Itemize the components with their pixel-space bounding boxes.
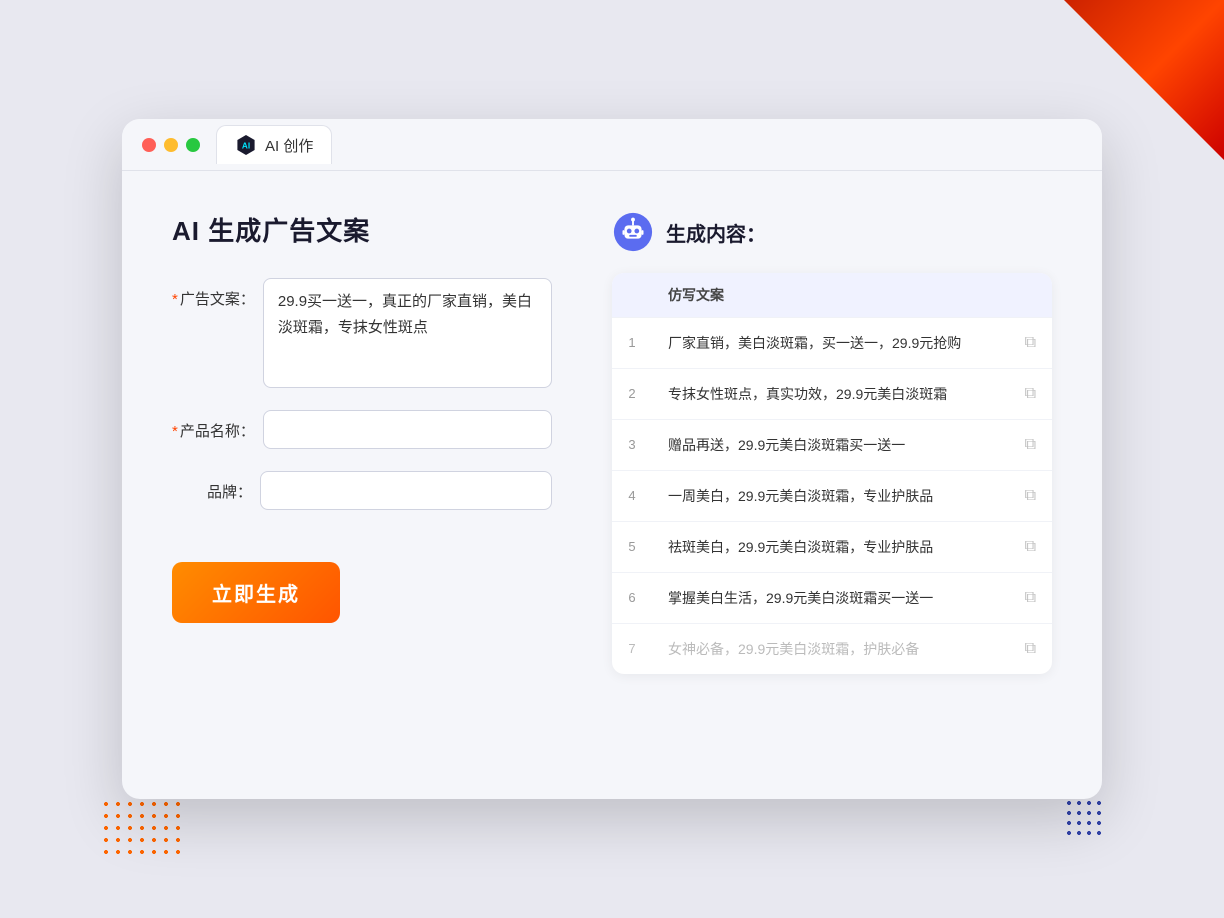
required-star-1: * xyxy=(172,291,178,308)
table-row: 5 祛斑美白，29.9元美白淡斑霜，专业护肤品 ⧉ xyxy=(612,522,1052,573)
copy-cell[interactable]: ⧉ xyxy=(1009,369,1052,420)
row-number: 7 xyxy=(612,624,652,675)
row-text: 专抹女性斑点，真实功效，29.9元美白淡斑霜 xyxy=(652,369,1009,420)
table-row: 3 赠品再送，29.9元美白淡斑霜买一送一 ⧉ xyxy=(612,420,1052,471)
product-name-row: *产品名称： 美白淡斑霜 xyxy=(172,410,552,449)
row-number: 5 xyxy=(612,522,652,573)
minimize-button[interactable] xyxy=(164,138,178,152)
row-text: 女神必备，29.9元美白淡斑霜，护肤必备 xyxy=(652,624,1009,675)
left-panel: AI 生成广告文案 *广告文案： 29.9买一送一，真正的厂家直销，美白淡斑霜，… xyxy=(172,211,552,674)
maximize-button[interactable] xyxy=(186,138,200,152)
table-row: 4 一周美白，29.9元美白淡斑霜，专业护肤品 ⧉ xyxy=(612,471,1052,522)
table-row: 7 女神必备，29.9元美白淡斑霜，护肤必备 ⧉ xyxy=(612,624,1052,675)
ai-tab-icon: AI xyxy=(235,134,257,156)
copy-icon[interactable]: ⧉ xyxy=(1025,436,1036,453)
brand-row: 品牌： 好白 xyxy=(172,471,552,510)
copy-cell[interactable]: ⧉ xyxy=(1009,624,1052,675)
brand-label: 品牌： xyxy=(172,471,252,502)
app-window: AI AI 创作 AI 生成广告文案 *广告文案： 29.9买一送一，真正的厂家… xyxy=(122,119,1102,799)
tab-label: AI 创作 xyxy=(265,135,313,156)
table-row: 2 专抹女性斑点，真实功效，29.9元美白淡斑霜 ⧉ xyxy=(612,369,1052,420)
copy-icon[interactable]: ⧉ xyxy=(1025,538,1036,555)
bg-dots-blue xyxy=(1064,798,1104,838)
product-name-input[interactable]: 美白淡斑霜 xyxy=(263,410,552,449)
copy-icon[interactable]: ⧉ xyxy=(1025,487,1036,504)
right-title: 生成内容： xyxy=(666,218,766,247)
brand-input[interactable]: 好白 xyxy=(260,471,552,510)
copy-cell[interactable]: ⧉ xyxy=(1009,522,1052,573)
generate-button[interactable]: 立即生成 xyxy=(172,562,340,623)
copy-cell[interactable]: ⧉ xyxy=(1009,318,1052,369)
row-text: 赠品再送，29.9元美白淡斑霜买一送一 xyxy=(652,420,1009,471)
copy-icon[interactable]: ⧉ xyxy=(1025,640,1036,657)
ad-copy-label: *广告文案： xyxy=(172,278,255,309)
close-button[interactable] xyxy=(142,138,156,152)
row-text: 祛斑美白，29.9元美白淡斑霜，专业护肤品 xyxy=(652,522,1009,573)
col-copy-header xyxy=(1009,273,1052,318)
row-number: 6 xyxy=(612,573,652,624)
col-num-header xyxy=(612,273,652,318)
main-content: AI 生成广告文案 *广告文案： 29.9买一送一，真正的厂家直销，美白淡斑霜，… xyxy=(122,171,1102,714)
row-number: 1 xyxy=(612,318,652,369)
copy-cell[interactable]: ⧉ xyxy=(1009,573,1052,624)
row-text: 一周美白，29.9元美白淡斑霜，专业护肤品 xyxy=(652,471,1009,522)
row-number: 4 xyxy=(612,471,652,522)
page-title: AI 生成广告文案 xyxy=(172,211,552,248)
right-header: 生成内容： xyxy=(612,211,1052,253)
right-panel: 生成内容： 仿写文案 1 厂家直销，美白淡斑霜，买一送一，29.9元抢购 xyxy=(612,211,1052,674)
svg-text:AI: AI xyxy=(242,141,250,150)
window-controls xyxy=(142,138,200,152)
copy-icon[interactable]: ⧉ xyxy=(1025,385,1036,402)
ad-copy-input[interactable]: 29.9买一送一，真正的厂家直销，美白淡斑霜，专抹女性斑点 xyxy=(263,278,552,388)
copy-icon[interactable]: ⧉ xyxy=(1025,589,1036,606)
ad-copy-row: *广告文案： 29.9买一送一，真正的厂家直销，美白淡斑霜，专抹女性斑点 xyxy=(172,278,552,388)
required-star-2: * xyxy=(172,423,178,440)
row-text: 掌握美白生活，29.9元美白淡斑霜买一送一 xyxy=(652,573,1009,624)
copy-cell[interactable]: ⧉ xyxy=(1009,420,1052,471)
bg-dots-orange xyxy=(100,798,180,858)
bot-icon xyxy=(612,211,654,253)
product-name-label: *产品名称： xyxy=(172,410,255,441)
copy-cell[interactable]: ⧉ xyxy=(1009,471,1052,522)
titlebar: AI AI 创作 xyxy=(122,119,1102,171)
table-row: 6 掌握美白生活，29.9元美白淡斑霜买一送一 ⧉ xyxy=(612,573,1052,624)
row-number: 3 xyxy=(612,420,652,471)
table-row: 1 厂家直销，美白淡斑霜，买一送一，29.9元抢购 ⧉ xyxy=(612,318,1052,369)
col-text-header: 仿写文案 xyxy=(652,273,1009,318)
row-number: 2 xyxy=(612,369,652,420)
result-table: 仿写文案 1 厂家直销，美白淡斑霜，买一送一，29.9元抢购 ⧉ 2 专抹女性斑… xyxy=(612,273,1052,674)
ai-creation-tab[interactable]: AI AI 创作 xyxy=(216,125,332,164)
copy-icon[interactable]: ⧉ xyxy=(1025,334,1036,351)
row-text: 厂家直销，美白淡斑霜，买一送一，29.9元抢购 xyxy=(652,318,1009,369)
